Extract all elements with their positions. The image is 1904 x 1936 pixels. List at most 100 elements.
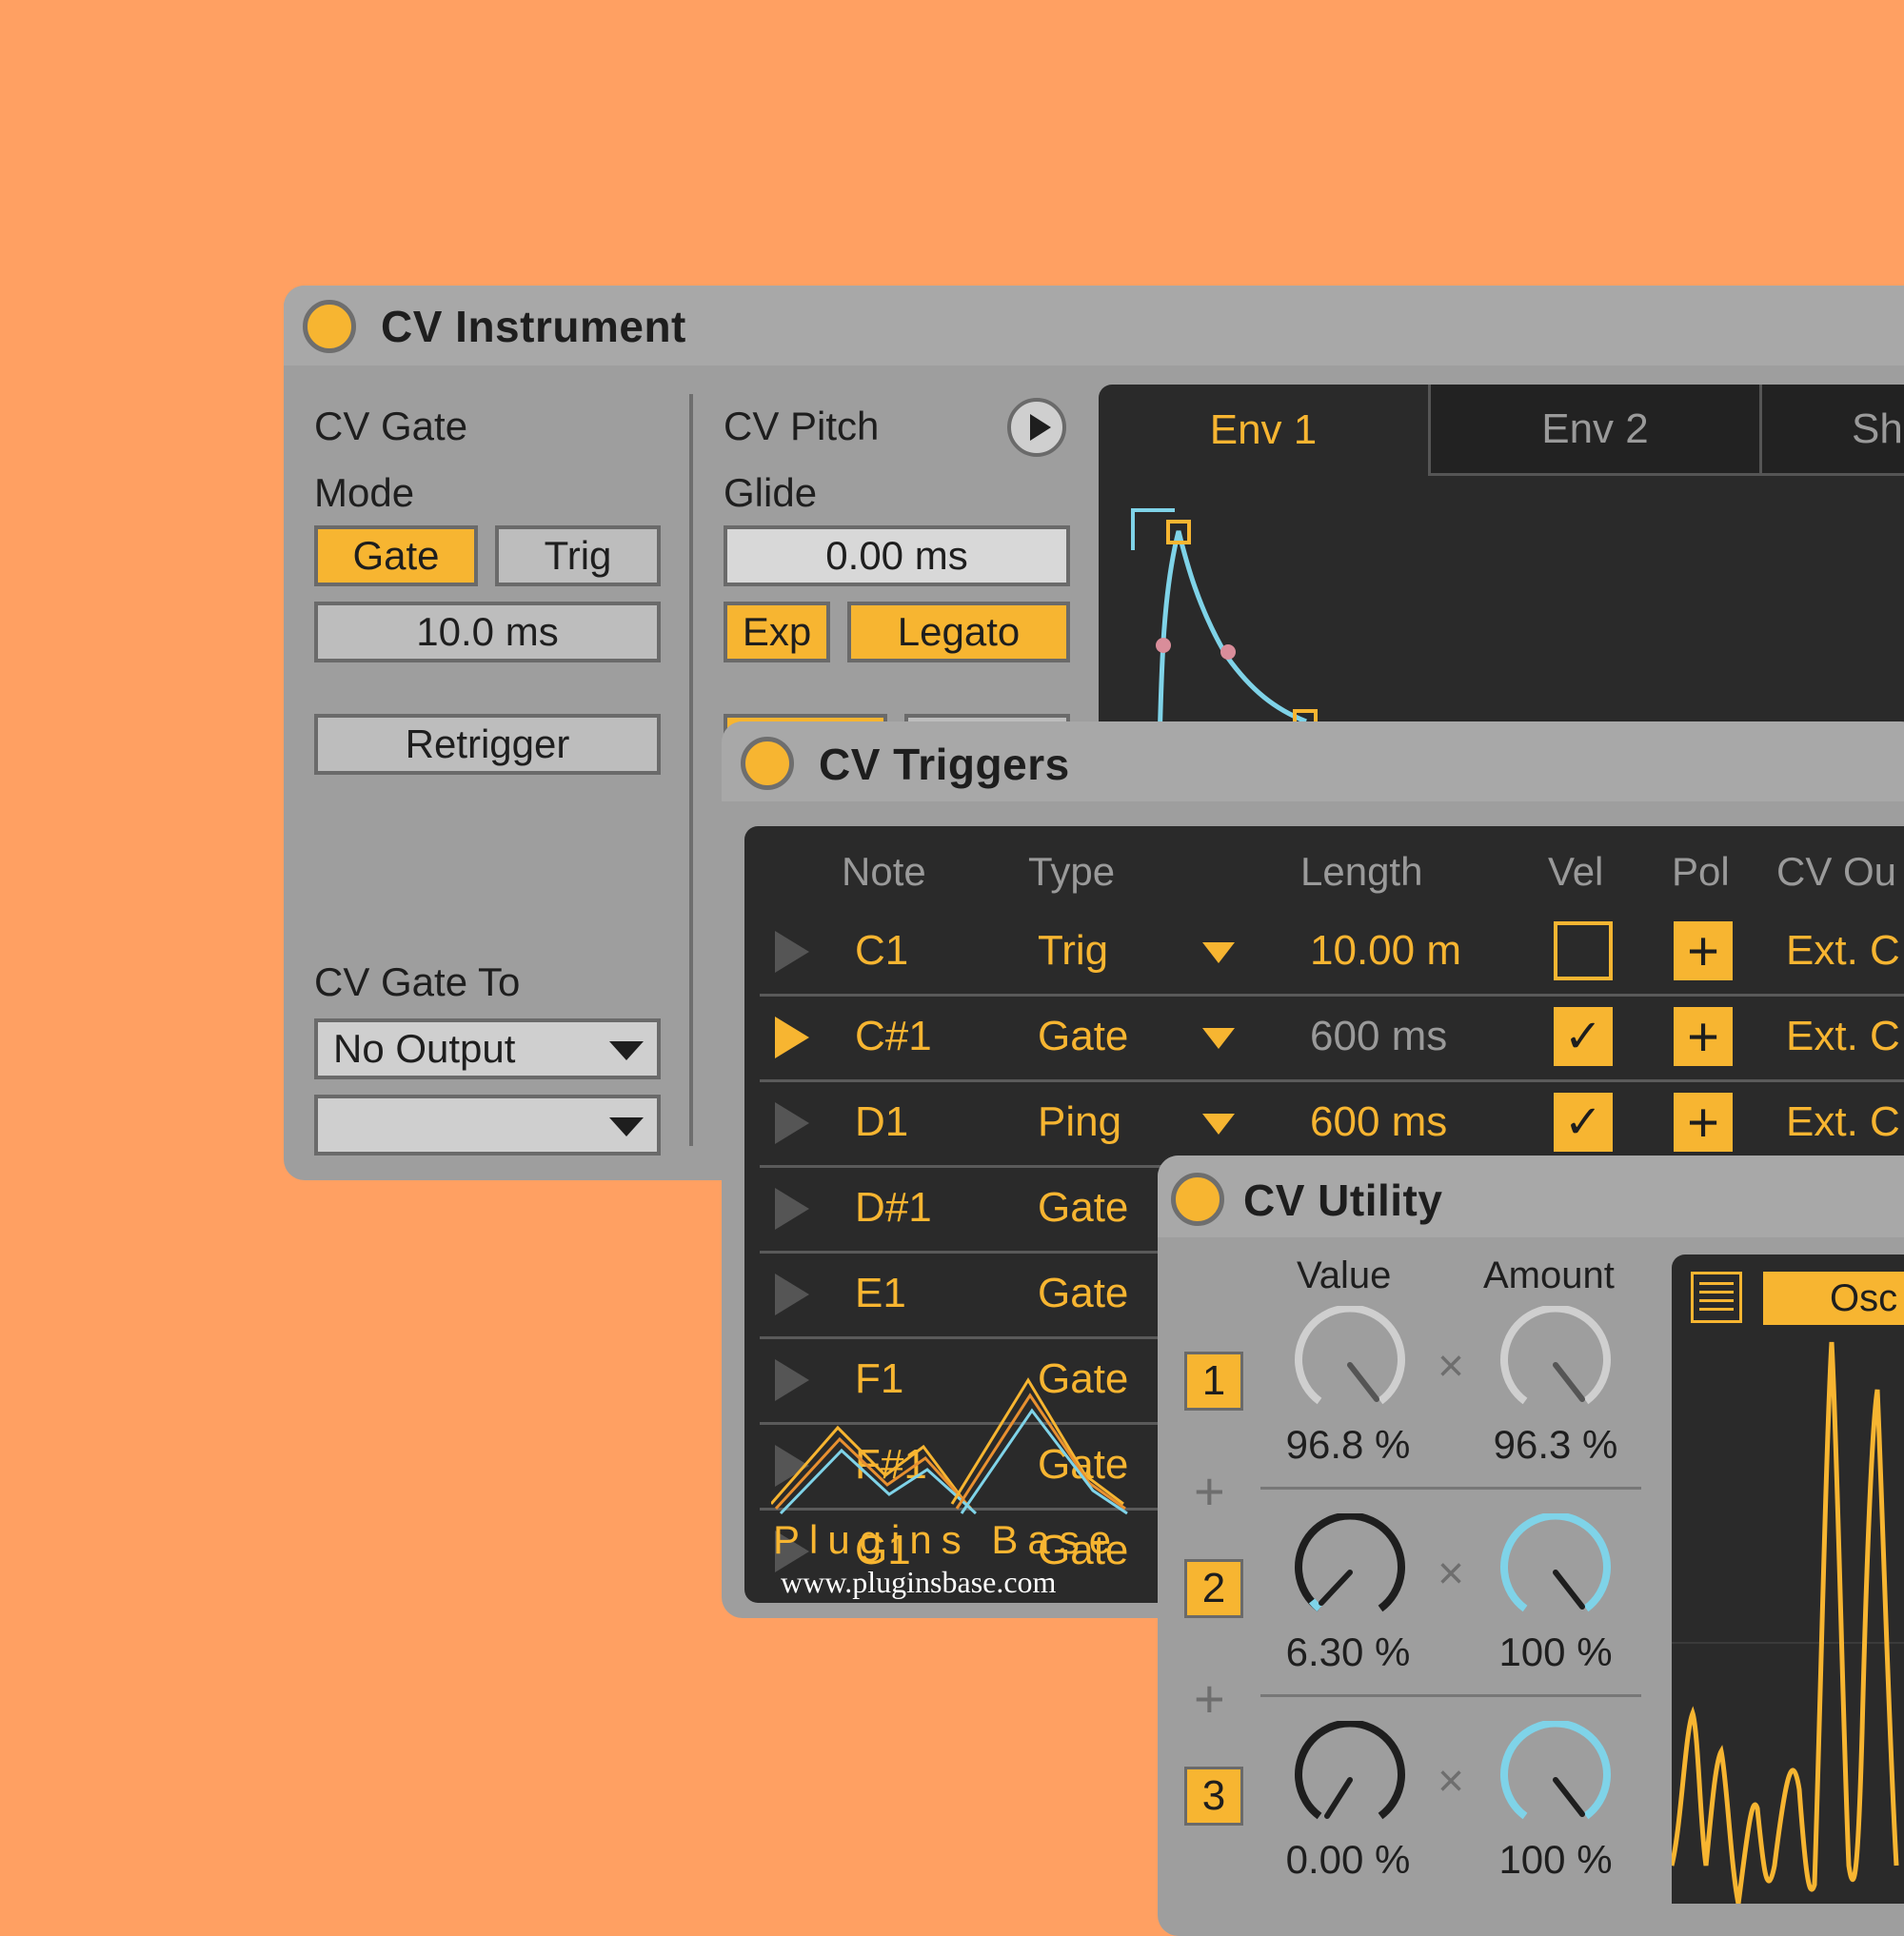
row-divider bbox=[1260, 1694, 1641, 1697]
add-icon: + bbox=[1194, 1461, 1225, 1521]
header-note: Note bbox=[842, 849, 926, 894]
mode-gate-button[interactable]: Gate bbox=[314, 525, 478, 586]
amount-readout-2[interactable]: 100 % bbox=[1460, 1630, 1651, 1675]
cv-instrument-title: CV Instrument bbox=[381, 302, 686, 351]
row-play-button[interactable] bbox=[775, 931, 809, 973]
checkmark-icon: ✓ bbox=[1563, 1012, 1603, 1062]
value-knob-3[interactable] bbox=[1291, 1721, 1409, 1839]
amount-knob-1[interactable] bbox=[1497, 1306, 1615, 1424]
row-divider bbox=[760, 994, 1904, 997]
retrigger-button[interactable]: Retrigger bbox=[314, 714, 661, 775]
row-divider bbox=[760, 1336, 1160, 1339]
exp-button[interactable]: Exp bbox=[724, 602, 830, 662]
value-label: Value bbox=[1297, 1254, 1392, 1296]
cv-triggers-power-button[interactable] bbox=[741, 737, 794, 790]
watermark-brand: Plugins Base bbox=[773, 1517, 1121, 1562]
watermark-logo bbox=[771, 1377, 1128, 1515]
glide-label: Glide bbox=[724, 470, 818, 515]
amount-readout-3[interactable]: 100 % bbox=[1460, 1837, 1651, 1883]
envelope-handle bbox=[1156, 638, 1171, 653]
row-pol-button[interactable]: + bbox=[1674, 920, 1733, 982]
row-pol-button[interactable]: + bbox=[1674, 1092, 1733, 1154]
header-pol: Pol bbox=[1672, 849, 1730, 894]
mode-trig-button[interactable]: Trig bbox=[495, 525, 661, 586]
value-readout-3[interactable]: 0.00 % bbox=[1253, 1837, 1443, 1883]
row-type[interactable]: Gate bbox=[1038, 1270, 1128, 1317]
chevron-down-icon[interactable] bbox=[1202, 942, 1235, 963]
row-note: D1 bbox=[855, 1098, 909, 1145]
row-divider bbox=[760, 1079, 1904, 1082]
play-preview-button[interactable] bbox=[1007, 398, 1066, 457]
envelope-curve bbox=[1157, 530, 1307, 746]
legato-button[interactable]: Legato bbox=[847, 602, 1070, 662]
cv-pitch-label: CV Pitch bbox=[724, 404, 880, 448]
row-note: D#1 bbox=[855, 1184, 932, 1231]
row-length[interactable]: 600 ms bbox=[1310, 1013, 1447, 1060]
row-play-button[interactable] bbox=[775, 1102, 809, 1144]
chevron-down-icon[interactable] bbox=[1202, 1114, 1235, 1135]
menu-icon[interactable] bbox=[1691, 1272, 1742, 1323]
envelope-handle bbox=[1220, 644, 1236, 660]
add-icon: + bbox=[1194, 1669, 1225, 1729]
cv-triggers-title: CV Triggers bbox=[819, 740, 1070, 789]
chevron-down-icon bbox=[609, 1117, 644, 1136]
value-readout-2[interactable]: 6.30 % bbox=[1253, 1630, 1443, 1675]
column-divider bbox=[689, 394, 693, 1146]
multiply-icon: × bbox=[1438, 1756, 1465, 1807]
value-knob-2[interactable] bbox=[1291, 1513, 1409, 1631]
row-vel-checkbox[interactable] bbox=[1554, 921, 1613, 980]
checkmark-icon: ✓ bbox=[1563, 1097, 1603, 1148]
mode-label: Mode bbox=[314, 470, 415, 515]
row-length[interactable]: 10.00 m bbox=[1310, 927, 1461, 975]
tab-osc[interactable]: Osc bbox=[1763, 1272, 1904, 1325]
cv-utility-title: CV Utility bbox=[1243, 1175, 1443, 1225]
amount-readout-1[interactable]: 96.3 % bbox=[1460, 1422, 1651, 1468]
tab-env-2[interactable]: Env 2 bbox=[1428, 385, 1759, 476]
channel-1-button[interactable]: 1 bbox=[1184, 1352, 1243, 1411]
row-play-button[interactable] bbox=[775, 1188, 809, 1230]
row-type[interactable]: Gate bbox=[1038, 1013, 1128, 1060]
chevron-down-icon[interactable] bbox=[1202, 1028, 1235, 1049]
multiply-icon: × bbox=[1438, 1341, 1465, 1392]
amount-label: Amount bbox=[1483, 1254, 1615, 1296]
row-cv-out[interactable]: Ext. C bbox=[1786, 1013, 1900, 1060]
row-cv-out[interactable]: Ext. C bbox=[1786, 1098, 1900, 1146]
row-divider bbox=[760, 1251, 1160, 1254]
value-readout-1[interactable]: 96.8 % bbox=[1253, 1422, 1443, 1468]
amount-knob-3[interactable] bbox=[1497, 1721, 1615, 1839]
chevron-down-icon bbox=[609, 1041, 644, 1060]
cv-gate-to-label: CV Gate To bbox=[314, 959, 521, 1004]
header-vel: Vel bbox=[1548, 849, 1604, 894]
row-cv-out[interactable]: Ext. C bbox=[1786, 927, 1900, 975]
gate-to-value: No Output bbox=[333, 1026, 516, 1071]
amount-knob-2[interactable] bbox=[1497, 1513, 1615, 1631]
row-play-button[interactable] bbox=[775, 1274, 809, 1315]
row-type[interactable]: Trig bbox=[1038, 927, 1108, 975]
tab-env-1[interactable]: Env 1 bbox=[1099, 385, 1428, 476]
row-play-button[interactable] bbox=[775, 1017, 809, 1058]
multiply-icon: × bbox=[1438, 1549, 1465, 1599]
channel-2-button[interactable]: 2 bbox=[1184, 1559, 1243, 1618]
cv-utility-power-button[interactable] bbox=[1171, 1173, 1224, 1226]
oscilloscope-display bbox=[1672, 1341, 1904, 1904]
play-icon bbox=[1030, 414, 1051, 441]
value-knob-1[interactable] bbox=[1291, 1306, 1409, 1424]
channel-3-button[interactable]: 3 bbox=[1184, 1767, 1243, 1826]
row-note: C1 bbox=[855, 927, 909, 974]
header-cv-out: CV Ou bbox=[1776, 849, 1897, 894]
row-length[interactable]: 600 ms bbox=[1310, 1098, 1447, 1146]
glide-value-field[interactable]: 0.00 ms bbox=[724, 525, 1070, 586]
row-vel-checkbox[interactable]: ✓ bbox=[1554, 1093, 1613, 1152]
row-type[interactable]: Gate bbox=[1038, 1184, 1128, 1232]
row-divider bbox=[1260, 1487, 1641, 1490]
row-note: C#1 bbox=[855, 1013, 932, 1059]
tab-sh[interactable]: Sh bbox=[1759, 385, 1904, 476]
row-vel-checkbox[interactable]: ✓ bbox=[1554, 1007, 1613, 1066]
envelope-graph[interactable] bbox=[1099, 476, 1904, 746]
row-pol-button[interactable]: + bbox=[1674, 1006, 1733, 1068]
cv-instrument-power-button[interactable] bbox=[303, 300, 356, 353]
gate-time-field[interactable]: 10.0 ms bbox=[314, 602, 661, 662]
row-note: E1 bbox=[855, 1270, 906, 1316]
row-type[interactable]: Ping bbox=[1038, 1098, 1121, 1146]
watermark-url: www.pluginsbase.com bbox=[781, 1565, 1057, 1599]
